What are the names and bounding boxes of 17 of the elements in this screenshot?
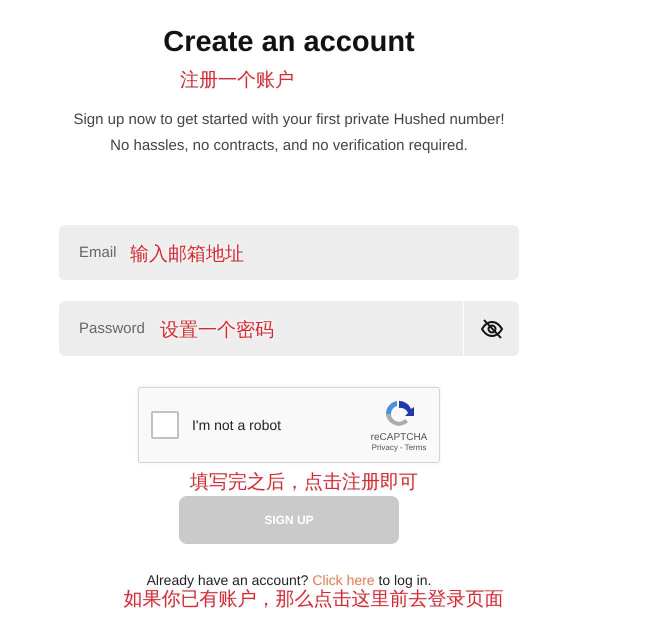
separator-text: - [400, 443, 403, 452]
page-heading: Create an account [163, 26, 415, 59]
annotation-note: 如果你已有账户，那么点击这里前去登录页面 [124, 588, 504, 612]
annotation-note: 注册一个账户 [180, 69, 294, 91]
privacy-link[interactable]: Privacy [372, 443, 398, 452]
captcha-label: I'm not a robot [192, 417, 282, 433]
visibility-toggle-button[interactable] [464, 301, 519, 356]
terms-link[interactable]: Terms [404, 443, 426, 452]
annotation-note: 输入邮箱地址 [130, 242, 244, 267]
subtitle-text: Sign up now to get started with your first private Hushed number! [73, 110, 505, 130]
eye-slash-icon [480, 318, 504, 340]
captcha-brand: reCAPTCHA [370, 432, 428, 443]
annotation-note: 填写完之后，点击注册即可 [190, 470, 418, 495]
login-prompt-text: Already have an account? Click here to log in. [146, 572, 432, 588]
subtitle-text: No hassles, no contracts, and no verification required. [109, 136, 469, 156]
annotation-note: 设置一个密码 [160, 318, 274, 343]
captcha-checkbox[interactable] [151, 411, 179, 439]
